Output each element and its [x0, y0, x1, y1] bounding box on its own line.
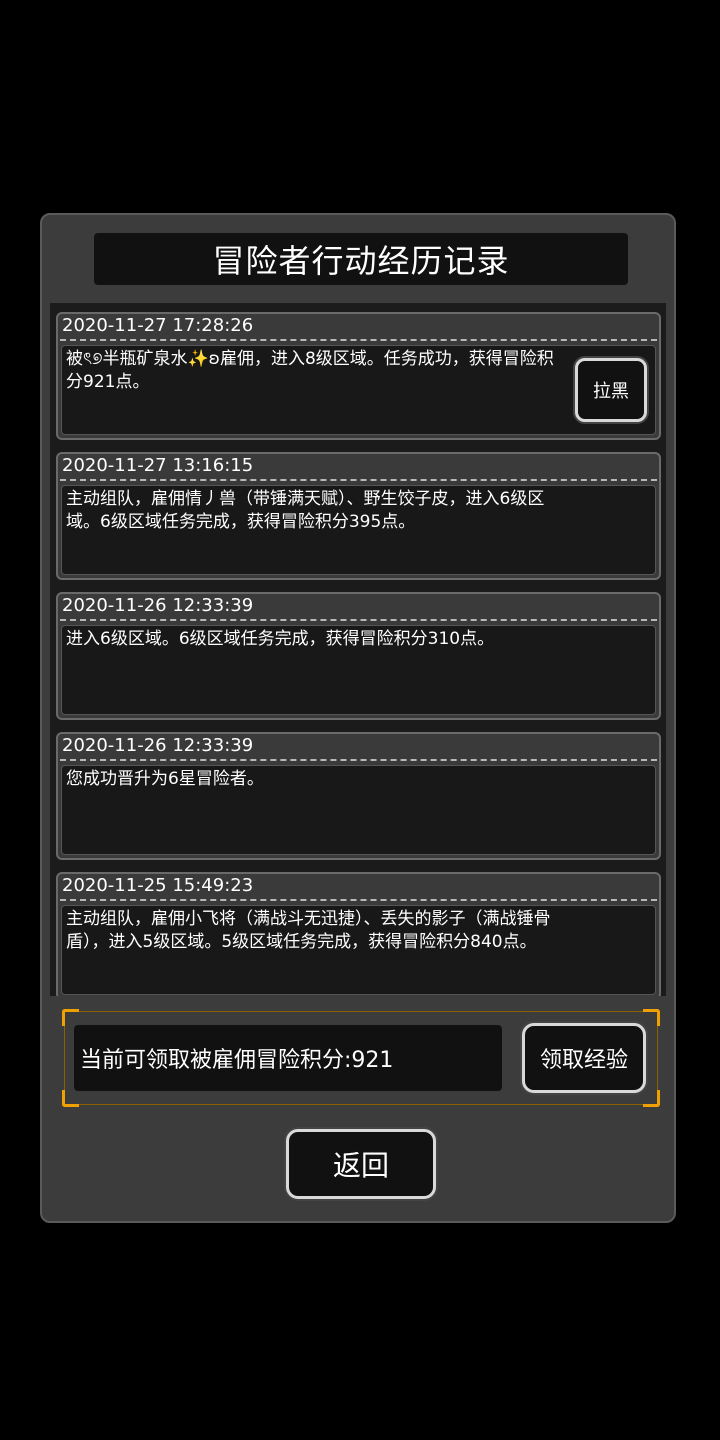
log-timestamp: 2020-11-26 12:33:39 [62, 595, 254, 616]
corner-accent [62, 1090, 79, 1107]
log-timestamp: 2020-11-25 15:49:23 [62, 875, 254, 896]
log-text: 您成功晋升为6星冒险者。 [66, 769, 264, 789]
dashed-divider [60, 619, 657, 621]
log-text: 主动组队，雇佣小飞将（满战斗无迅捷）、丢失的影子（满战锤骨盾），进入5级区域。5… [66, 909, 551, 952]
corner-accent [62, 1009, 79, 1026]
dialog-title: 冒险者行动经历记录 [94, 233, 628, 285]
log-body: 进入6级区域。6级区域任务完成，获得冒险积分310点。 [61, 625, 656, 715]
dashed-divider [60, 759, 657, 761]
log-entry: 2020-11-25 15:49:23 主动组队，雇佣小飞将（满战斗无迅捷）、丢… [56, 872, 661, 996]
adventure-log-dialog: 冒险者行动经历记录 2020-11-27 17:28:26 被ৎ୭半瓶矿泉水✨ʚ… [40, 213, 676, 1223]
log-text: 主动组队，雇佣情丿兽（带锤满天赋）、野生饺子皮，进入6级区域。6级区域任务完成，… [66, 489, 545, 532]
log-timestamp: 2020-11-27 13:16:15 [62, 455, 254, 476]
log-body: 您成功晋升为6星冒险者。 [61, 765, 656, 855]
block-button[interactable]: 拉黑 [575, 358, 647, 422]
log-timestamp: 2020-11-27 17:28:26 [62, 315, 254, 336]
log-text: 被ৎ୭半瓶矿泉水✨ʚ雇佣，进入8级区域。任务成功，获得冒险积分921点。 [66, 349, 554, 392]
claim-exp-button[interactable]: 领取经验 [522, 1023, 646, 1093]
corner-accent [643, 1009, 660, 1026]
log-entry: 2020-11-27 17:28:26 被ৎ୭半瓶矿泉水✨ʚ雇佣，进入8级区域。… [56, 312, 661, 440]
log-timestamp: 2020-11-26 12:33:39 [62, 735, 254, 756]
log-body: 主动组队，雇佣小飞将（满战斗无迅捷）、丢失的影子（满战锤骨盾），进入5级区域。5… [61, 905, 656, 995]
log-text: 进入6级区域。6级区域任务完成，获得冒险积分310点。 [66, 629, 495, 649]
claim-panel: 当前可领取被雇佣冒险积分:921 领取经验 [62, 1009, 660, 1107]
log-entry: 2020-11-26 12:33:39 您成功晋升为6星冒险者。 [56, 732, 661, 860]
log-entry: 2020-11-27 13:16:15 主动组队，雇佣情丿兽（带锤满天赋）、野生… [56, 452, 661, 580]
corner-accent [643, 1090, 660, 1107]
log-entry: 2020-11-26 12:33:39 进入6级区域。6级区域任务完成，获得冒险… [56, 592, 661, 720]
dashed-divider [60, 899, 657, 901]
claimable-points-text: 当前可领取被雇佣冒险积分:921 [74, 1025, 502, 1091]
log-body: 主动组队，雇佣情丿兽（带锤满天赋）、野生饺子皮，进入6级区域。6级区域任务完成，… [61, 485, 656, 575]
dashed-divider [60, 339, 657, 341]
log-list[interactable]: 2020-11-27 17:28:26 被ৎ୭半瓶矿泉水✨ʚ雇佣，进入8级区域。… [50, 303, 666, 996]
log-body: 被ৎ୭半瓶矿泉水✨ʚ雇佣，进入8级区域。任务成功，获得冒险积分921点。 拉黑 [61, 345, 656, 435]
back-button[interactable]: 返回 [286, 1129, 436, 1199]
dashed-divider [60, 479, 657, 481]
